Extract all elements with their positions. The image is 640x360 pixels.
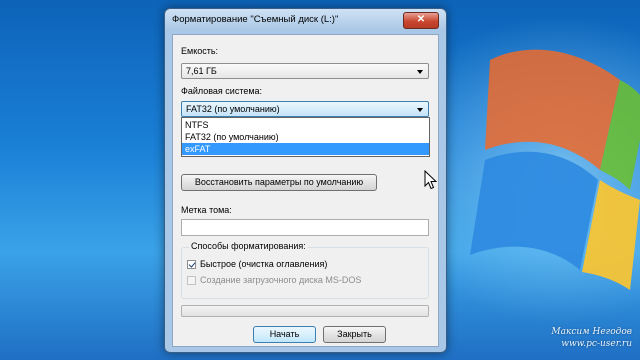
filesystem-value: FAT32 (по умолчанию) — [186, 104, 280, 114]
restore-defaults-button[interactable]: Восстановить параметры по умолчанию — [181, 174, 377, 191]
windows-logo — [470, 49, 640, 290]
close-button[interactable]: Закрыть — [323, 326, 386, 343]
watermark-name: Максим Негодов — [551, 327, 632, 337]
capacity-value: 7,61 ГБ — [186, 66, 217, 76]
dialog-client: Емкость: 7,61 ГБ Файловая система: FAT32… — [172, 34, 439, 347]
capacity-label: Емкость: — [181, 46, 219, 56]
msdos-checkbox[interactable] — [187, 276, 196, 285]
filesystem-select[interactable]: FAT32 (по умолчанию) — [181, 101, 429, 117]
mouse-pointer-icon — [424, 170, 438, 190]
volume-label-caption: Метка тома: — [181, 205, 232, 215]
option-fat32[interactable]: FAT32 (по умолчанию) — [182, 131, 429, 143]
filesystem-dropdown: NTFS FAT32 (по умолчанию) exFAT — [181, 117, 430, 157]
chevron-down-icon — [417, 108, 423, 112]
format-options-title: Способы форматирования: — [189, 241, 308, 251]
title-bar[interactable]: Форматирование "Съемный диск (L:)" ✕ — [165, 9, 446, 31]
msdos-label: Создание загрузочного диска MS-DOS — [200, 275, 362, 285]
start-button[interactable]: Начать — [253, 326, 316, 343]
capacity-select[interactable]: 7,61 ГБ — [181, 63, 429, 79]
quick-format-label: Быстрое (очистка оглавления) — [200, 259, 328, 269]
format-dialog: Форматирование "Съемный диск (L:)" ✕ Емк… — [164, 8, 447, 353]
volume-label-input[interactable] — [181, 219, 429, 236]
filesystem-label: Файловая система: — [181, 86, 263, 96]
close-icon[interactable]: ✕ — [403, 12, 439, 29]
format-progress-bar — [181, 305, 429, 317]
option-ntfs[interactable]: NTFS — [182, 119, 429, 131]
format-options-group — [181, 247, 429, 299]
quick-format-checkbox[interactable] — [187, 260, 196, 269]
chevron-down-icon — [417, 70, 423, 74]
option-exfat[interactable]: exFAT — [182, 143, 429, 155]
window-title: Форматирование "Съемный диск (L:)" — [172, 14, 339, 25]
watermark-site: www.pc-user.ru — [561, 339, 632, 349]
watermark: Максим Негодов www.pc-user.ru — [551, 326, 632, 350]
